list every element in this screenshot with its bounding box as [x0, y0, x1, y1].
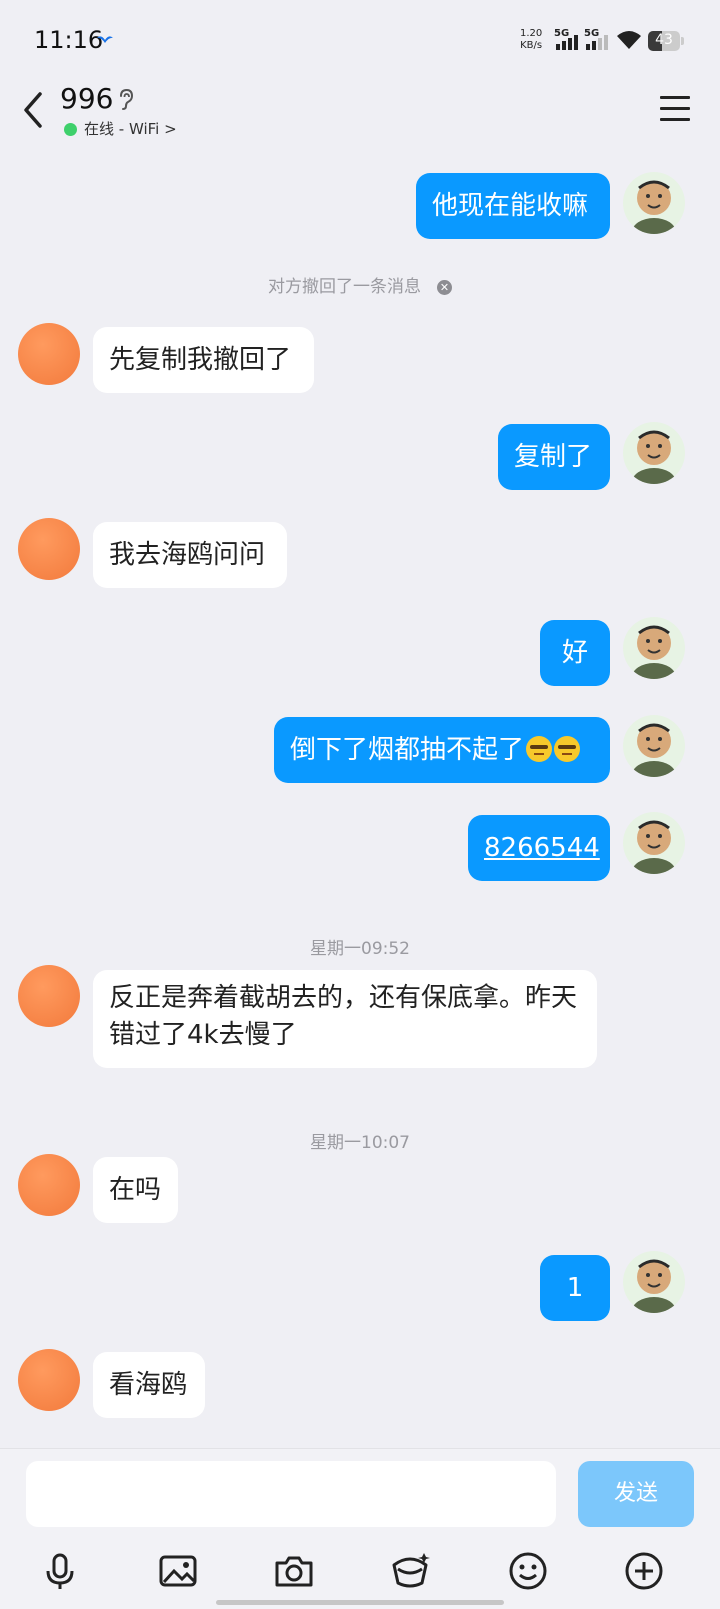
message-bubble-received[interactable]: 先复制我撤回了 — [93, 327, 314, 393]
my-avatar[interactable] — [623, 172, 685, 234]
contact-avatar[interactable] — [18, 518, 80, 580]
contact-avatar[interactable] — [18, 965, 80, 1027]
menu-line — [660, 118, 690, 121]
plus-icon[interactable] — [622, 1549, 666, 1593]
status-time: 11:16 — [34, 26, 104, 54]
network-speed-value: 1.20 — [520, 28, 543, 39]
chat-header: 996 在线 - WiFi > — [0, 80, 720, 150]
my-avatar[interactable] — [623, 812, 685, 874]
network-speed: 1.20 KB/s — [520, 28, 542, 52]
message-bubble-received[interactable]: 我去海鸥问问 — [93, 522, 287, 588]
message-bubble-received[interactable]: 在吗 — [93, 1157, 178, 1223]
emoji-icon[interactable] — [506, 1549, 550, 1593]
home-indicator[interactable] — [216, 1600, 504, 1605]
battery-icon: 43 — [648, 31, 680, 51]
contact-name[interactable]: 996 — [60, 82, 113, 115]
message-bubble-sent[interactable]: 8266544 — [468, 815, 610, 881]
battery-percent: 43 — [655, 32, 673, 48]
my-avatar[interactable] — [623, 1251, 685, 1313]
message-bubble-sent[interactable]: 倒下了烟都抽不起了 — [274, 717, 610, 783]
menu-line — [660, 107, 690, 110]
message-bubble-sent[interactable]: 复制了 — [498, 424, 610, 490]
system-message-text: 对方撤回了一条消息 — [268, 277, 421, 297]
seagull-notification-icon — [97, 36, 113, 43]
input-bar: 发送 — [0, 1448, 720, 1609]
smug-face-emoji-icon — [526, 736, 553, 762]
message-bubble-sent[interactable]: 他现在能收嘛 — [416, 173, 610, 239]
phone-number-link[interactable]: 8266544 — [484, 833, 600, 863]
message-bubble-received[interactable]: 看海鸥 — [93, 1352, 205, 1418]
red-packet-icon[interactable] — [388, 1549, 432, 1593]
message-bubble-sent[interactable]: 好 — [540, 620, 610, 686]
menu-line — [660, 96, 690, 99]
back-arrow-icon[interactable] — [20, 88, 50, 132]
system-message: 对方撤回了一条消息 ✕ — [0, 272, 720, 297]
earpiece-mode-icon[interactable] — [118, 88, 134, 110]
message-bubble-received[interactable]: 反正是奔着截胡去的，还有保底拿。昨天错过了4k去慢了 — [93, 970, 597, 1068]
time-divider: 星期一10:07 — [310, 1133, 410, 1153]
smug-face-emoji-icon — [554, 736, 581, 762]
message-text: 倒下了烟都抽不起了 — [290, 735, 525, 765]
network-speed-unit: KB/s — [520, 40, 543, 51]
wifi-icon — [617, 31, 641, 49]
microphone-icon[interactable] — [38, 1549, 82, 1593]
camera-icon[interactable] — [272, 1549, 316, 1593]
message-input[interactable] — [26, 1461, 556, 1527]
menu-icon[interactable] — [660, 96, 690, 126]
status-bar: 11:16 1.20 KB/s 5G 5G 43 — [0, 0, 720, 80]
send-button[interactable]: 发送 — [578, 1461, 694, 1527]
contact-avatar[interactable] — [18, 1349, 80, 1411]
image-icon[interactable] — [156, 1549, 200, 1593]
contact-avatar[interactable] — [18, 1154, 80, 1216]
dismiss-icon[interactable]: ✕ — [437, 280, 452, 295]
my-avatar[interactable] — [623, 422, 685, 484]
contact-avatar[interactable] — [18, 323, 80, 385]
my-avatar[interactable] — [623, 715, 685, 777]
online-status-text[interactable]: 在线 - WiFi > — [84, 118, 177, 139]
battery-tip — [681, 37, 684, 45]
message-bubble-sent[interactable]: 1 — [540, 1255, 610, 1321]
online-status-dot — [64, 123, 77, 136]
my-avatar[interactable] — [623, 617, 685, 679]
time-divider: 星期一09:52 — [310, 939, 410, 959]
